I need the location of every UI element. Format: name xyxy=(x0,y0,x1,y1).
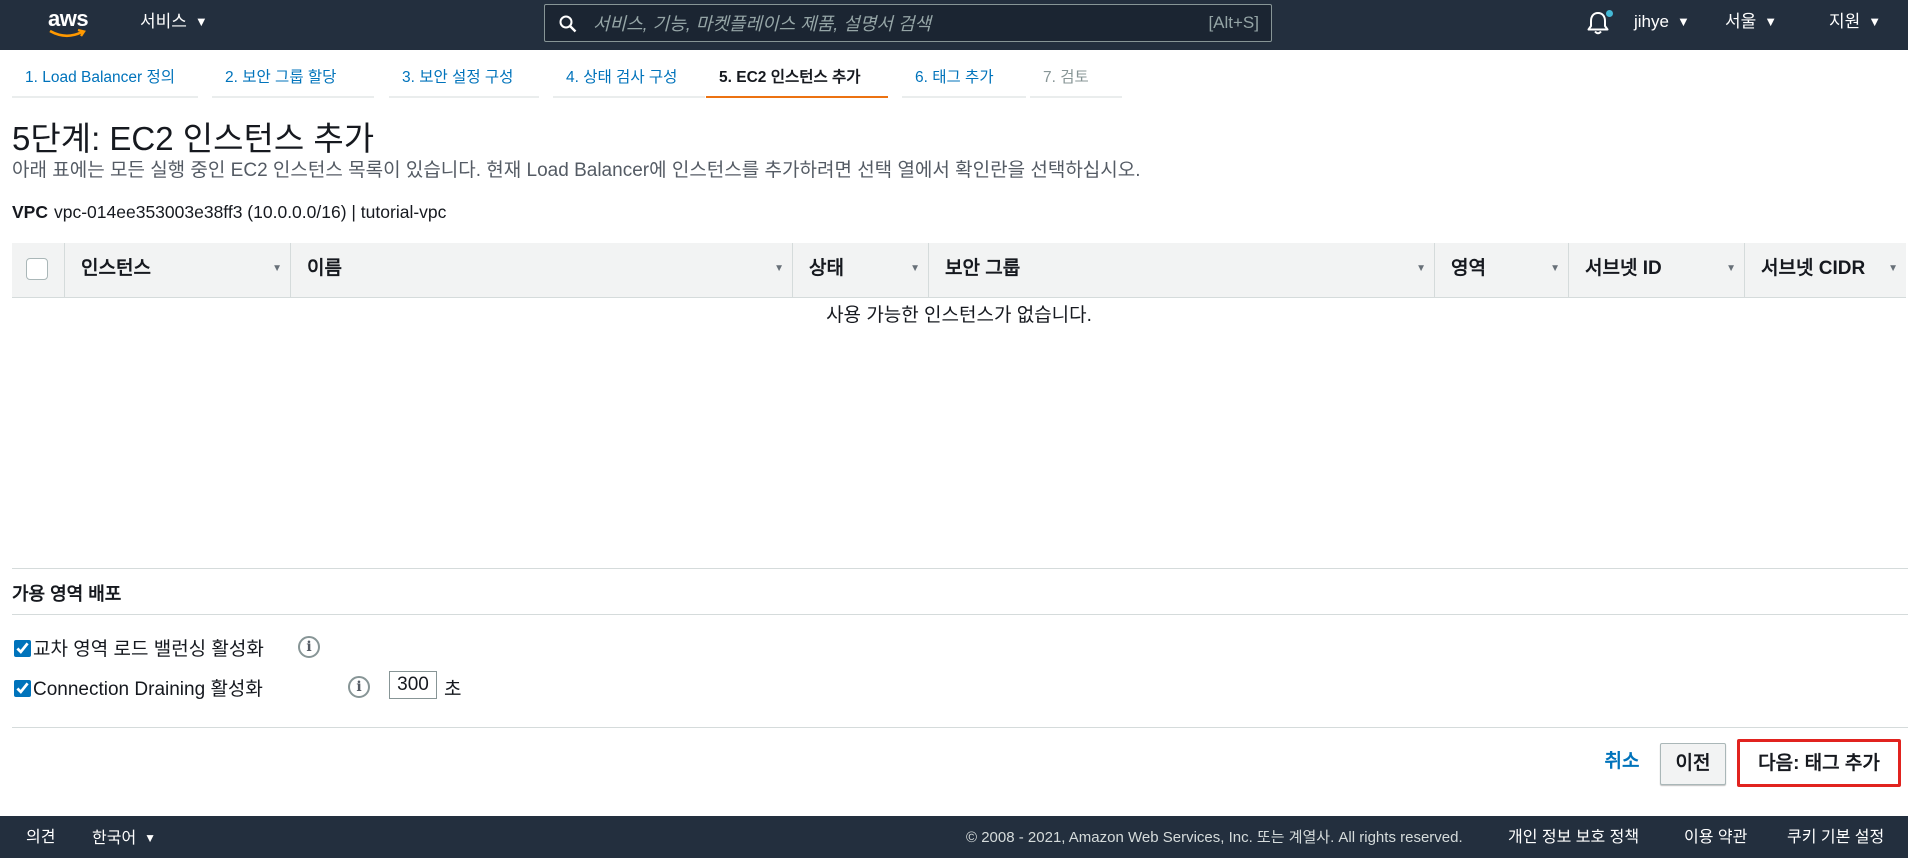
col-zone[interactable]: 영역 ▼ xyxy=(1434,243,1568,297)
next-add-tags-button[interactable]: 다음: 태그 추가 xyxy=(1737,739,1901,787)
privacy-policy-link[interactable]: 개인 정보 보호 정책 xyxy=(1508,816,1639,860)
connection-draining-info-icon[interactable]: i xyxy=(348,676,370,698)
step-7-review[interactable]: 7. 검토 xyxy=(1030,58,1122,98)
page-title: 5단계: EC2 인스턴스 추가 xyxy=(12,120,375,157)
notification-dot xyxy=(1606,10,1613,17)
top-nav-bar: aws 서비스 ▼ [Alt+S] jihye ▼ 서울 ▼ 지원 ▼ xyxy=(0,0,1908,50)
cross-zone-label: 교차 영역 로드 밸런싱 활성화 xyxy=(33,639,264,660)
aws-logo[interactable]: aws xyxy=(46,6,94,42)
empty-table-message: 사용 가능한 인스턴스가 없습니다. xyxy=(826,305,1092,326)
previous-button[interactable]: 이전 xyxy=(1660,743,1726,785)
vpc-value: vpc-014ee353003e38ff3 (10.0.0.0/16) | tu… xyxy=(53,202,447,222)
cookie-preferences-link[interactable]: 쿠키 기본 설정 xyxy=(1787,816,1884,860)
search-input[interactable] xyxy=(591,8,1155,40)
section-divider xyxy=(12,727,1908,728)
col-instance[interactable]: 인스턴스 ▼ xyxy=(64,243,290,297)
vpc-info: VPC vpc-014ee353003e38ff3 (10.0.0.0/16) |… xyxy=(12,202,446,223)
draining-timeout-input[interactable] xyxy=(389,671,437,699)
user-menu[interactable]: jihye ▼ xyxy=(1634,0,1690,50)
sort-down-icon: ▼ xyxy=(1726,263,1736,274)
region-label: 서울 xyxy=(1725,12,1757,31)
support-label: 지원 xyxy=(1829,12,1861,31)
language-selector[interactable]: 한국어 ▼ xyxy=(92,816,156,861)
section-divider xyxy=(12,568,1908,569)
cross-zone-info-icon[interactable]: i xyxy=(298,636,320,658)
caret-down-icon: ▼ xyxy=(1764,14,1778,29)
col-state[interactable]: 상태 ▼ xyxy=(792,243,928,297)
step-4-health-check[interactable]: 4. 상태 검사 구성 xyxy=(553,58,705,98)
step-3-security-settings[interactable]: 3. 보안 설정 구성 xyxy=(389,58,539,98)
step-5-add-instances[interactable]: 5. EC2 인스턴스 추가 xyxy=(706,58,888,98)
sort-down-icon: ▼ xyxy=(272,263,282,274)
az-section-title: 가용 영역 배포 xyxy=(12,584,122,604)
caret-down-icon: ▼ xyxy=(144,831,157,845)
step-6-add-tags[interactable]: 6. 태그 추가 xyxy=(902,58,1026,98)
step-2-security-group[interactable]: 2. 보안 그룹 할당 xyxy=(212,58,374,98)
select-all-checkbox[interactable] xyxy=(26,258,48,280)
services-menu[interactable]: 서비스 ▼ xyxy=(140,0,208,50)
sort-down-icon: ▼ xyxy=(1550,263,1560,274)
search-icon xyxy=(559,15,577,33)
cancel-button[interactable]: 취소 xyxy=(1598,742,1646,784)
region-menu[interactable]: 서울 ▼ xyxy=(1725,0,1777,50)
support-menu[interactable]: 지원 ▼ xyxy=(1829,0,1881,50)
caret-down-icon: ▼ xyxy=(1676,14,1690,29)
caret-down-icon: ▼ xyxy=(1868,14,1882,29)
cross-zone-option[interactable]: 교차 영역 로드 밸런싱 활성화 xyxy=(14,634,264,661)
step-1-define-lb[interactable]: 1. Load Balancer 정의 xyxy=(12,58,198,98)
terms-link[interactable]: 이용 약관 xyxy=(1684,816,1747,860)
user-label: jihye xyxy=(1634,12,1669,31)
aws-smile-icon xyxy=(49,28,86,38)
copyright-text: © 2008 - 2021, Amazon Web Services, Inc.… xyxy=(966,829,1463,846)
services-label: 서비스 xyxy=(140,12,187,31)
section-divider xyxy=(12,614,1908,615)
sort-down-icon: ▼ xyxy=(910,263,920,274)
cross-zone-checkbox[interactable] xyxy=(14,640,31,657)
col-security-group[interactable]: 보안 그룹 ▼ xyxy=(928,243,1434,297)
footer: 의견 한국어 ▼ © 2008 - 2021, Amazon Web Servic… xyxy=(0,816,1908,858)
instances-table-header: 인스턴스 ▼ 이름 ▼ 상태 ▼ 보안 그룹 ▼ 영역 ▼ 서브넷 ID ▼ 서브넷 CID… xyxy=(12,243,1906,298)
col-name[interactable]: 이름 ▼ xyxy=(290,243,792,297)
col-subnet-cidr[interactable]: 서브넷 CIDR ▼ xyxy=(1744,243,1906,297)
search-box[interactable]: [Alt+S] xyxy=(544,4,1272,42)
connection-draining-checkbox[interactable] xyxy=(14,680,31,697)
feedback-link[interactable]: 의견 xyxy=(26,816,55,860)
sort-down-icon: ▼ xyxy=(1888,263,1898,274)
vpc-label: VPC xyxy=(12,202,48,222)
connection-draining-option[interactable]: Connection Draining 활성화 xyxy=(14,674,263,701)
page-description: 아래 표에는 모든 실행 중인 EC2 인스턴스 목록이 있습니다. 현재 Lo… xyxy=(12,160,1141,181)
timeout-unit-label: 초 xyxy=(444,679,462,700)
notifications-button[interactable] xyxy=(1586,10,1613,36)
col-subnet-id[interactable]: 서브넷 ID ▼ xyxy=(1568,243,1744,297)
language-label: 한국어 xyxy=(92,830,137,847)
sort-down-icon: ▼ xyxy=(1416,263,1426,274)
caret-down-icon: ▼ xyxy=(194,14,208,29)
connection-draining-label: Connection Draining 활성화 xyxy=(33,679,263,700)
sort-down-icon: ▼ xyxy=(774,263,784,274)
search-shortcut-hint: [Alt+S] xyxy=(1208,13,1259,32)
